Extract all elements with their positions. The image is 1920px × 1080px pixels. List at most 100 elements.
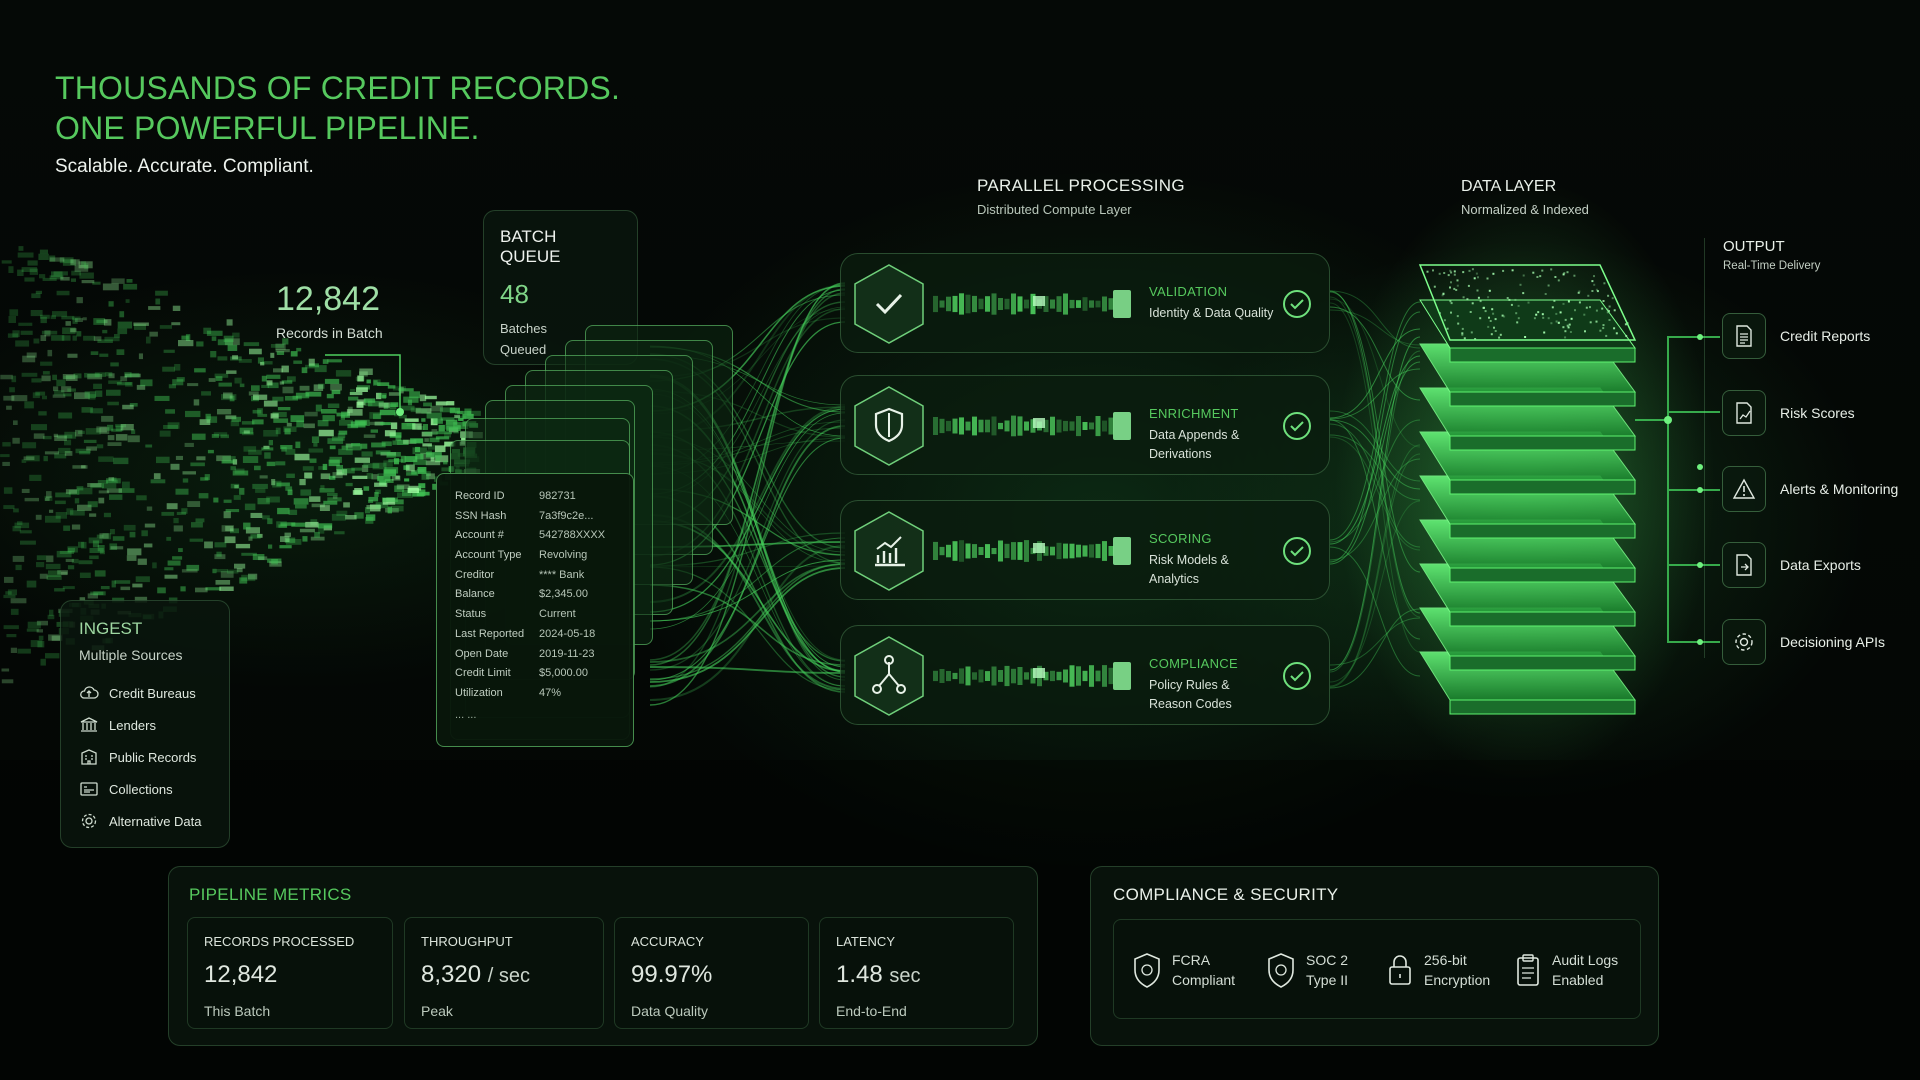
stage-description: Data Appends & Derivations (1149, 426, 1259, 464)
output-label: Data Exports (1780, 557, 1861, 573)
badge-line-1: FCRA (1172, 952, 1211, 968)
badge-audit-logs: Audit Logs Enabled (1514, 950, 1618, 990)
data-layer-stack (1418, 264, 1637, 715)
record-field-key: Balance (455, 588, 495, 601)
parallel-subtitle: Distributed Compute Layer (977, 202, 1132, 217)
alert-icon (1722, 466, 1766, 512)
data-layer-subtitle: Normalized & Indexed (1461, 202, 1589, 217)
record-field-value: 7a3f9c2e... (539, 509, 594, 522)
ingest-subtitle: Multiple Sources (79, 647, 183, 663)
record-field: Record ID 982731 (455, 490, 615, 510)
output-label: Alerts & Monitoring (1780, 481, 1899, 497)
metric-footnote: Data Quality (631, 1003, 709, 1019)
record-field: SSN Hash 7a3f9c2e... (455, 510, 615, 530)
source-alternative-data: Alternative Data (79, 805, 211, 837)
record-field-key: Credit Limit (455, 667, 511, 680)
stage-desc-1: Identity & Data Quality (1149, 306, 1274, 320)
record-field: Open Date 2019-11-23 (455, 648, 615, 668)
record-field-value: 2019-11-23 (539, 647, 595, 660)
output-decisioning-apis: Decisioning APIs (1722, 619, 1885, 665)
lock-icon (1389, 955, 1411, 985)
metric-unit: sec (889, 965, 921, 987)
building-icon (81, 749, 97, 765)
tagline: Scalable. Accurate. Compliant. (55, 156, 314, 177)
shield-icon (1268, 953, 1294, 988)
record-field: Balance $2,345.00 (455, 588, 615, 608)
compliance-badges: FCRA Compliant SOC 2 Type II 256-bit Encryp… (1113, 919, 1641, 1019)
output-label: Risk Scores (1780, 405, 1855, 421)
metric-footnote: End-to-End (836, 1003, 907, 1019)
record-field-key: Record ID (455, 490, 505, 502)
record-field-key: Account # (455, 529, 504, 542)
batch-queue-title: BATCH QUEUE (500, 227, 561, 266)
record-field-value: **** Bank (539, 568, 585, 581)
network-icon (854, 636, 924, 716)
metrics-title: PIPELINE METRICS (189, 885, 352, 904)
metric-number: 8,320 (421, 961, 482, 988)
source-label: Collections (109, 781, 173, 797)
progress-bars (933, 662, 1131, 690)
source-lenders: Lenders (79, 709, 211, 741)
metric-value: 8,320 / sec (421, 961, 587, 989)
metric-unit: / sec (487, 965, 530, 987)
badge-line-2: Enabled (1552, 972, 1604, 988)
record-field-key: Account Type (455, 549, 522, 562)
output-subtitle: Real-Time Delivery (1723, 260, 1821, 272)
metric-label: RECORDS PROCESSED (204, 934, 355, 949)
record-field-value: 982731 (539, 490, 576, 502)
check-circle-icon (1283, 290, 1311, 318)
metric-label: LATENCY (836, 934, 895, 949)
metric-accuracy: ACCURACY 99.97% Data Quality (614, 917, 809, 1029)
metric-records-processed: RECORDS PROCESSED 12,842 This Batch (187, 917, 393, 1029)
output-risk-scores: Risk Scores (1722, 390, 1855, 436)
source-collections: Collections (79, 773, 211, 805)
output-title: OUTPUT (1723, 238, 1785, 255)
headline-line-2: ONE POWERFUL PIPELINE. (55, 110, 480, 146)
badge-line-1: Audit Logs (1552, 952, 1619, 968)
check-circle-icon (1283, 662, 1311, 690)
chart-document-icon (1722, 390, 1766, 436)
stage-compliance: COMPLIANCE Policy Rules & Reason Codes (840, 625, 1330, 725)
badge-encryption: 256-bit Encryption (1386, 950, 1490, 990)
badge-fcra: FCRA Compliant (1132, 950, 1235, 990)
record-field-key: Last Reported (455, 627, 525, 640)
shield-check-icon (1134, 953, 1160, 988)
metric-value: 12,842 (204, 961, 376, 989)
stage-title: COMPLIANCE (1149, 656, 1238, 671)
records-callout: 12,842 Records in Batch (276, 280, 383, 341)
stage-desc-1: Risk Models & (1149, 553, 1229, 567)
output-label: Credit Reports (1780, 328, 1871, 344)
progress-bars (933, 290, 1131, 318)
ingest-panel: INGEST Multiple Sources Credit Bureaus L… (60, 600, 230, 848)
metric-value: 99.97% (631, 961, 792, 989)
record-field: Utilization 47% (455, 687, 615, 707)
chart-icon (854, 511, 924, 591)
progress-bars (933, 412, 1131, 440)
batch-queue-count: 48 (500, 279, 529, 309)
stage-desc-2: Reason Codes (1149, 697, 1232, 711)
data-layer-title: DATA LAYER (1461, 178, 1557, 195)
folder-icon (80, 782, 98, 796)
checkmark-icon (854, 264, 924, 344)
record-field-value: $2,345.00 (539, 588, 588, 601)
badge-line-1: 256-bit (1424, 952, 1467, 968)
output-label: Decisioning APIs (1780, 634, 1886, 650)
stage-title: VALIDATION (1149, 284, 1228, 299)
record-field: Last Reported 2024-05-18 (455, 628, 615, 648)
record-field-value: $5,000.00 (539, 667, 588, 680)
record-field-value: Current (539, 608, 576, 621)
gear-icon (81, 813, 97, 829)
source-credit-bureaus: Credit Bureaus (79, 677, 211, 709)
ingest-title: INGEST (79, 619, 143, 638)
pipeline-infographic: THOUSANDS OF CREDIT RECORDS. ONE POWERFU… (0, 0, 1920, 1080)
metric-number: 1.48 (836, 961, 883, 988)
record-field-value: Revolving (539, 549, 588, 562)
record-field-value: 47% (539, 686, 562, 699)
compliance-title: COMPLIANCE & SECURITY (1113, 885, 1339, 904)
record-field: Account # 542788XXXX (455, 529, 615, 549)
metric-footnote: This Batch (204, 1003, 271, 1019)
record-field-key: Creditor (455, 568, 495, 581)
source-label: Lenders (109, 717, 156, 733)
api-gear-icon (1722, 619, 1766, 665)
badge-soc2: SOC 2 Type II (1266, 950, 1348, 990)
